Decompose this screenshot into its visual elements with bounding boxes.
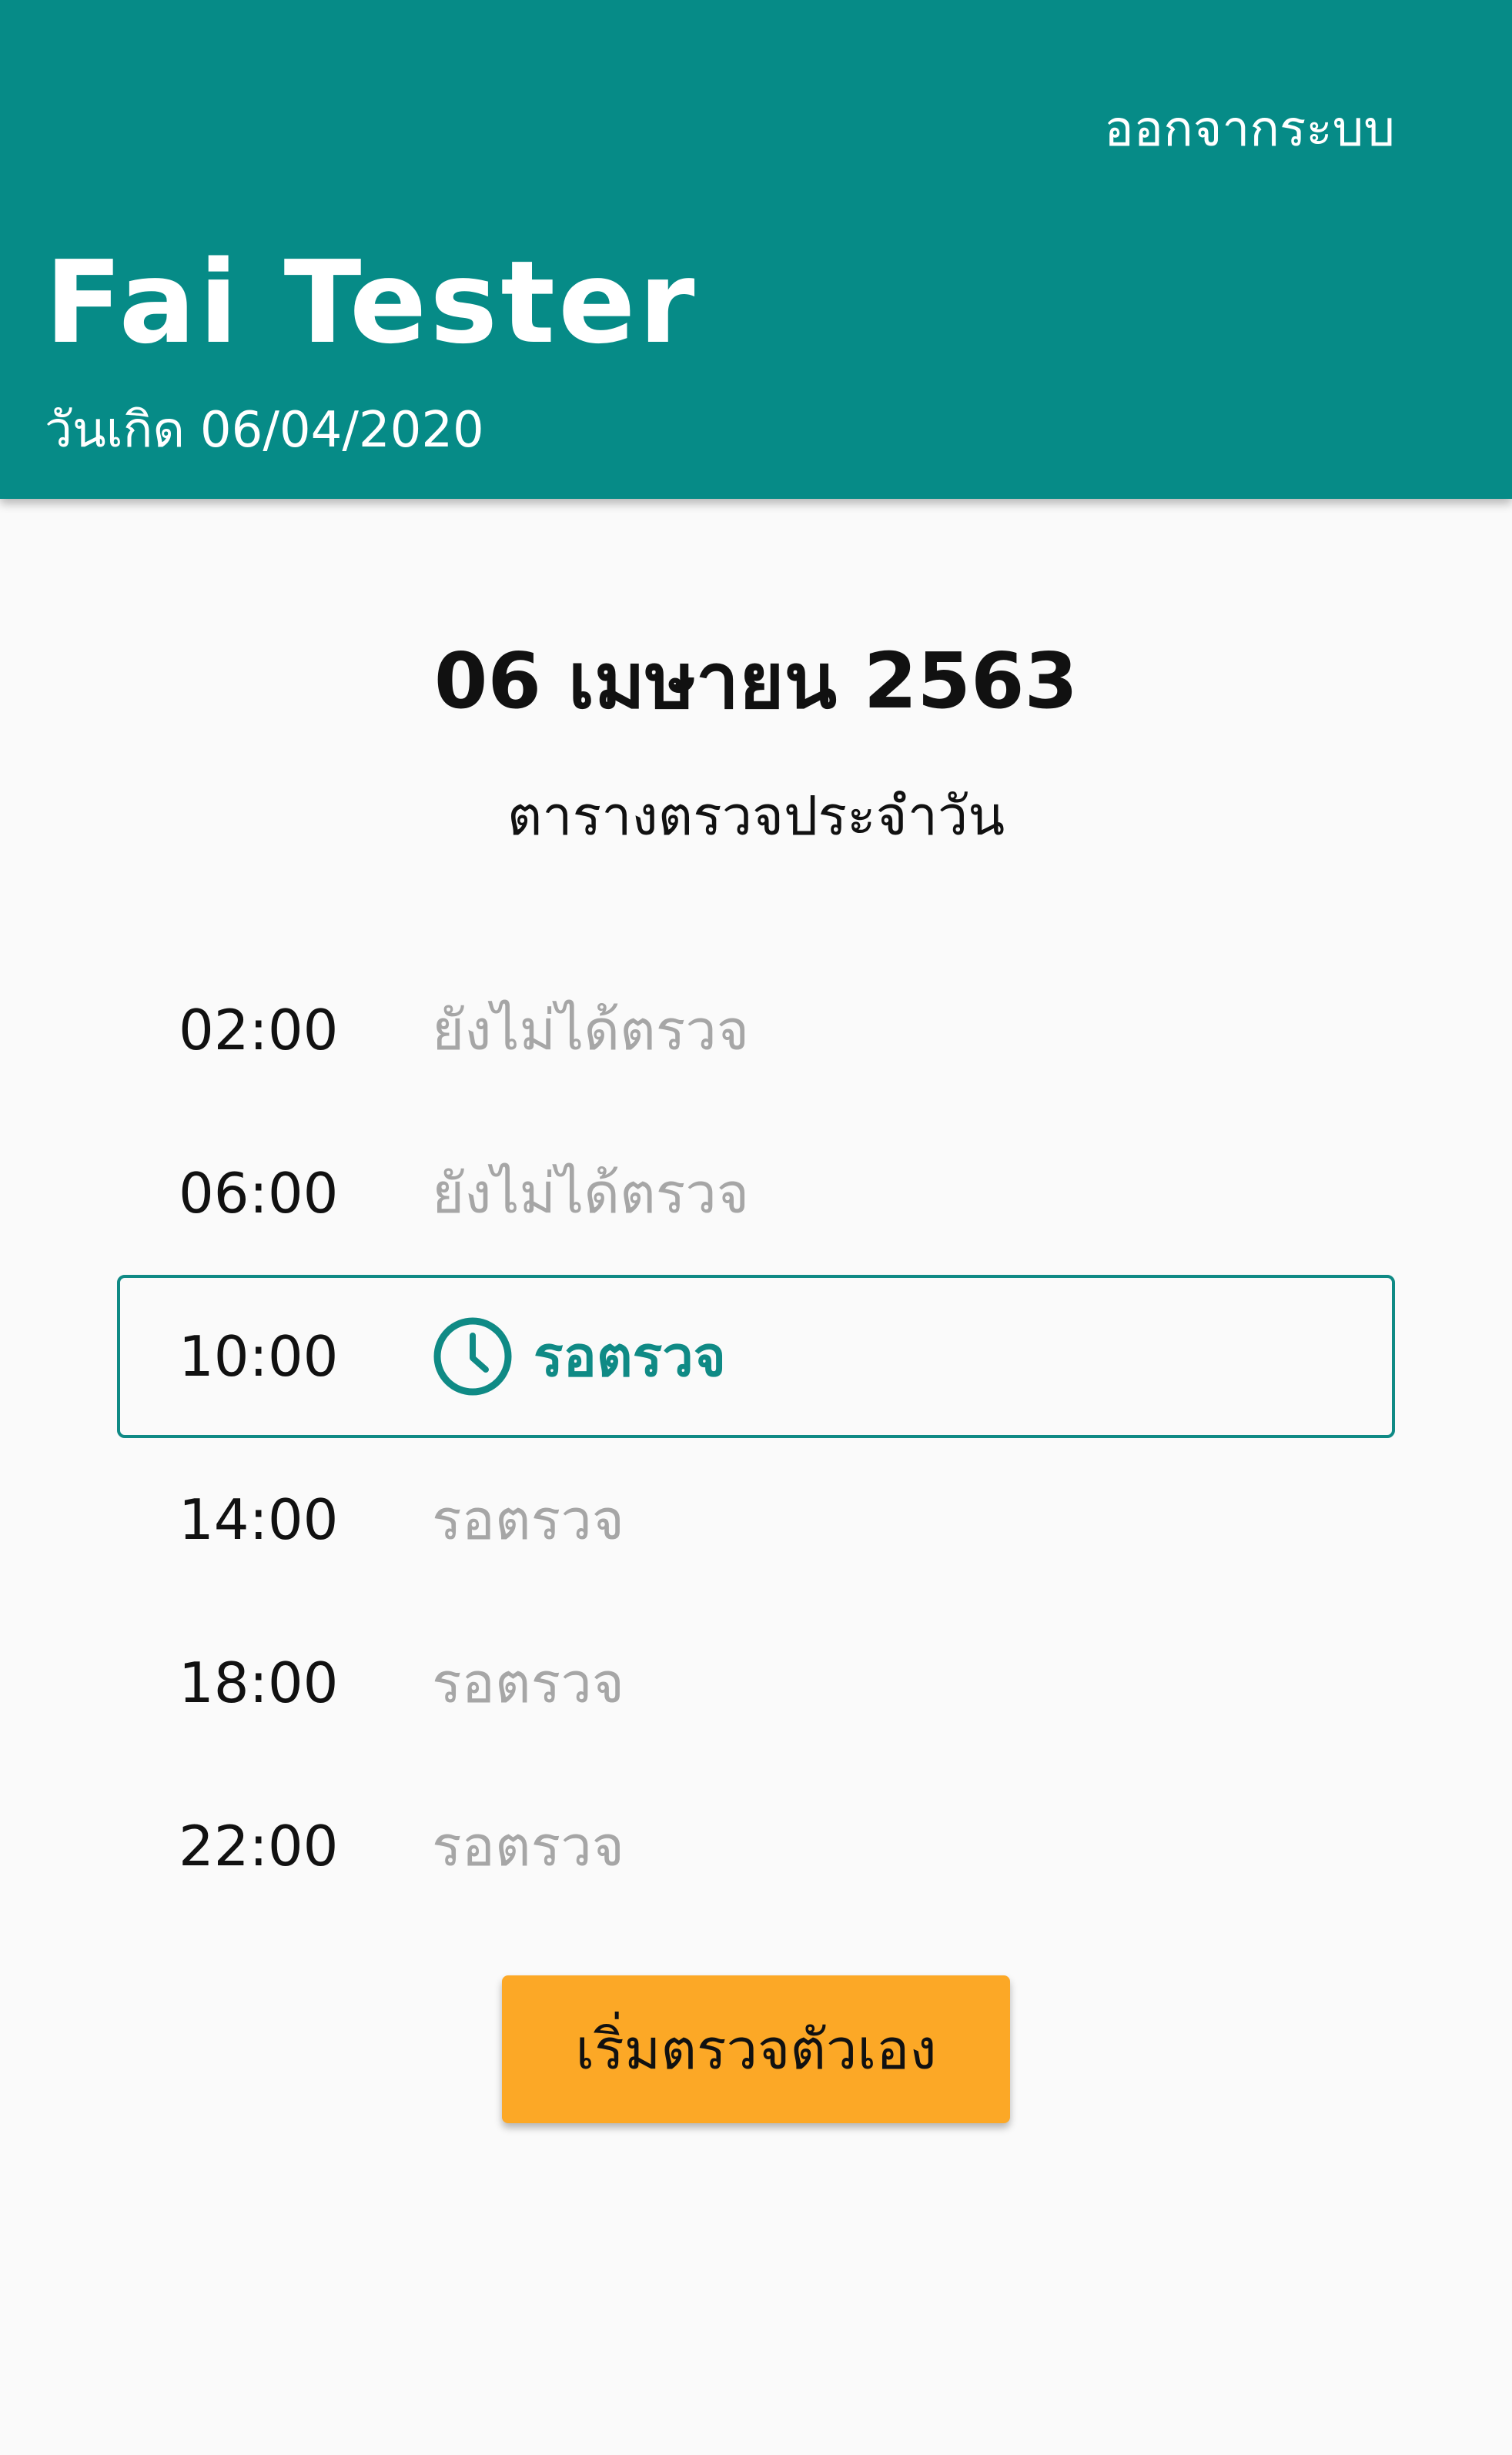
user-name: Fai Tester bbox=[45, 236, 698, 369]
logout-button[interactable]: ออกจากระบบ bbox=[1104, 91, 1395, 168]
schedule-time: 14:00 bbox=[179, 1487, 339, 1552]
schedule-time: 10:00 bbox=[179, 1324, 339, 1389]
clock-icon bbox=[433, 1317, 512, 1396]
birth-date-line: วันเกิด 06/04/2020 bbox=[45, 396, 500, 465]
schedule-status-label: ยังไม่ได้ตรวจ bbox=[432, 998, 750, 1062]
birth-date-value: 06/04/2020 bbox=[199, 402, 484, 459]
schedule-status-label: ยังไม่ได้ตรวจ bbox=[432, 1161, 750, 1226]
schedule-status-label: รอตรวจ bbox=[534, 1324, 726, 1389]
daily-schedule-list: 02:00 ยังไม่ได้ตรวจ 06:00 ยังไม่ได้ตรวจ … bbox=[117, 948, 1395, 1928]
start-self-check-button[interactable]: เริ่มตรวจตัวเอง bbox=[502, 1975, 1010, 2123]
schedule-status: รอตรวจ bbox=[432, 1481, 624, 1558]
schedule-date-title: 06 เมษายน 2563 bbox=[433, 636, 1079, 726]
schedule-status: ยังไม่ได้ตรวจ bbox=[432, 992, 749, 1069]
schedule-row[interactable]: 02:00 ยังไม่ได้ตรวจ bbox=[117, 948, 1395, 1112]
schedule-time: 06:00 bbox=[179, 1161, 339, 1226]
schedule-time: 18:00 bbox=[179, 1651, 339, 1715]
schedule-status-label: รอตรวจ bbox=[432, 1651, 624, 1715]
schedule-row[interactable]: 14:00 รอตรวจ bbox=[117, 1438, 1395, 1601]
schedule-status: ยังไม่ได้ตรวจ bbox=[432, 1155, 749, 1232]
schedule-status: รอตรวจ bbox=[432, 1644, 624, 1721]
schedule-row[interactable]: 06:00 ยังไม่ได้ตรวจ bbox=[117, 1112, 1395, 1275]
schedule-status: รอตรวจ bbox=[432, 1808, 624, 1885]
schedule-row[interactable]: 22:00 รอตรวจ bbox=[117, 1764, 1395, 1928]
schedule-row[interactable]: 18:00 รอตรวจ bbox=[117, 1601, 1395, 1764]
schedule-time: 22:00 bbox=[179, 1814, 339, 1878]
schedule-row-active[interactable]: 10:00 รอตรวจ bbox=[117, 1275, 1395, 1438]
schedule-status-label: รอตรวจ bbox=[432, 1487, 624, 1552]
schedule-subtitle: ตารางตรวจประจำวัน bbox=[507, 784, 1005, 848]
schedule-status: รอตรวจ bbox=[432, 1316, 726, 1397]
app-header: ออกจากระบบ Fai Tester วันเกิด 06/04/2020 bbox=[0, 0, 1512, 499]
schedule-status-label: รอตรวจ bbox=[432, 1814, 624, 1878]
birth-date-label: วันเกิด bbox=[45, 402, 185, 459]
app-screen: ออกจากระบบ Fai Tester วันเกิด 06/04/2020 … bbox=[0, 0, 1512, 2455]
schedule-time: 02:00 bbox=[179, 998, 339, 1062]
